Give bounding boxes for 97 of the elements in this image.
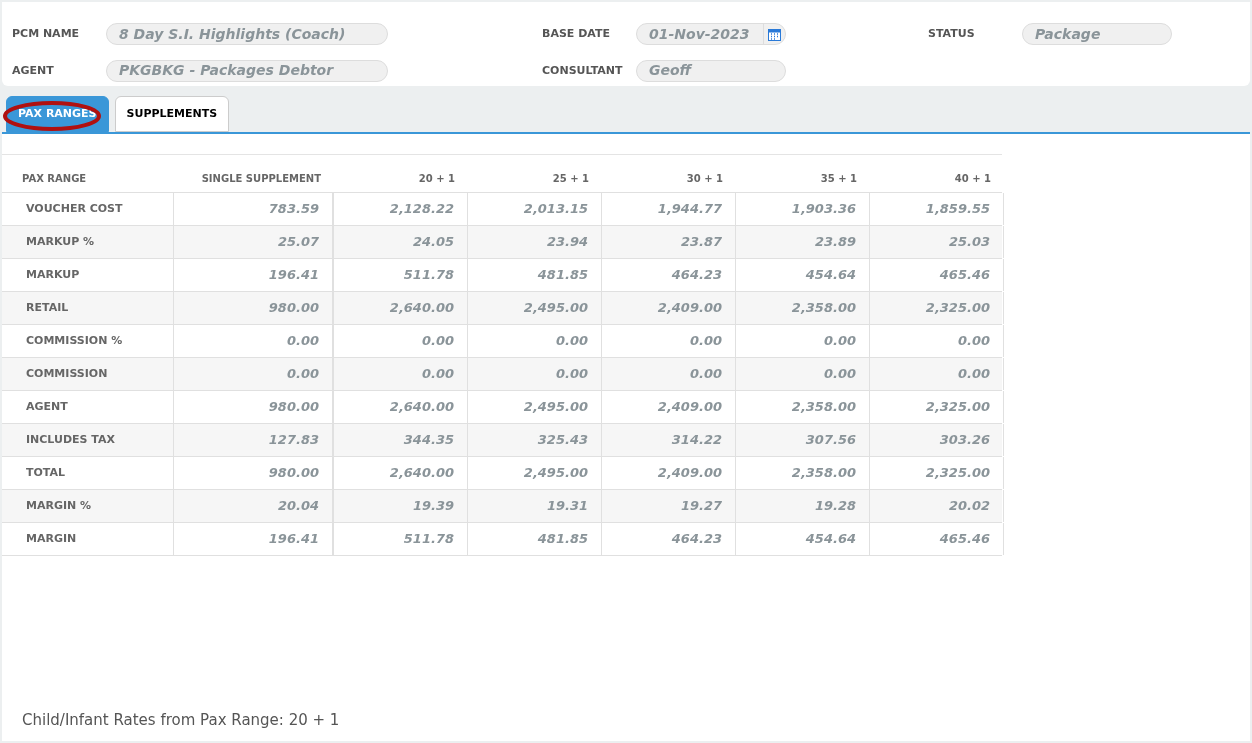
table-cell-text: 19.27 — [680, 497, 722, 516]
table-cell-text: 303.26 — [939, 431, 990, 450]
column-header: SINGLE SUPPLEMENT — [201, 172, 321, 186]
table-cell-text: 196.41 — [268, 530, 319, 549]
table-cell-text: 1,903.36 — [791, 200, 856, 219]
table-cell-text: 2,495.00 — [523, 398, 588, 417]
column-header: PAX RANGE — [22, 172, 87, 186]
table-cell-text: 0.00 — [421, 332, 454, 351]
text-field[interactable]: Geoff — [636, 59, 786, 82]
table-cell-text: 23.94 — [546, 233, 588, 252]
table-cell-text: 2,409.00 — [657, 464, 722, 483]
table-cell-text: 0.00 — [823, 365, 856, 384]
table-cell-text: 2,409.00 — [657, 398, 722, 417]
column-header: 25 + 1 — [552, 172, 589, 186]
table-cell-text: 2,640.00 — [389, 299, 454, 318]
field-label: AGENT — [12, 62, 55, 79]
table-cell-text: 464.23 — [671, 266, 722, 285]
text-field[interactable]: PKGBKG - Packages Debtor — [106, 59, 388, 82]
text-field[interactable]: 8 Day S.I. Highlights (Coach) — [106, 23, 388, 46]
table-cell-text: 454.64 — [805, 266, 856, 285]
table-cell-text: 980.00 — [268, 398, 319, 417]
table-cell-text: 344.35 — [403, 431, 454, 450]
row-label: RETAIL — [26, 299, 69, 316]
table-cell-text: 2,495.00 — [523, 299, 588, 318]
table-cell-text: 24.05 — [412, 233, 454, 252]
text-field[interactable]: Package — [1022, 23, 1172, 46]
field-label: CONSULTANT — [542, 62, 624, 79]
table-cell-text: 980.00 — [268, 464, 319, 483]
row-label: INCLUDES TAX — [26, 431, 115, 448]
row-label: MARKUP % — [26, 233, 95, 250]
table-cell-text: 314.22 — [671, 431, 722, 450]
table-cell-text: 465.46 — [939, 266, 990, 285]
field-label: STATUS — [928, 26, 976, 42]
table-cell-text: 196.41 — [268, 266, 319, 285]
table-cell-text: 783.59 — [268, 200, 319, 219]
table-cell-text: 1,859.55 — [925, 200, 990, 219]
table-cell-text: 20.02 — [948, 497, 990, 516]
table-cell-text: 0.00 — [421, 365, 454, 384]
table-cell-text: 127.83 — [268, 431, 319, 450]
table-cell-text: 2,495.00 — [523, 464, 588, 483]
table-cell-text: 0.00 — [823, 332, 856, 351]
table-cell-text: 0.00 — [689, 332, 722, 351]
table-cell-text: 454.64 — [805, 530, 856, 549]
table-cell-text: 25.07 — [277, 233, 319, 252]
row-label: AGENT — [26, 398, 68, 415]
row-label: COMMISSION — [26, 365, 108, 382]
table-cell-text: 0.00 — [286, 365, 319, 384]
table-cell-text: 2,358.00 — [791, 299, 856, 318]
table-cell-text: 1,944.77 — [657, 200, 722, 219]
table-cell-text: 19.31 — [546, 497, 588, 516]
row-label: MARGIN % — [26, 497, 92, 514]
table-cell-text: 0.00 — [555, 365, 588, 384]
table-cell-text: 325.43 — [537, 431, 588, 450]
date-field[interactable]: 01-Nov-2023 — [636, 23, 786, 46]
field-label: PCM NAME — [12, 26, 81, 42]
table-cell-text: 2,325.00 — [925, 299, 990, 318]
table-cell-text: 511.78 — [403, 530, 454, 549]
table-cell-text: 2,640.00 — [389, 464, 454, 483]
tab[interactable]: SUPPLEMENTS — [114, 96, 230, 132]
table-cell-text: 481.85 — [537, 530, 588, 549]
table-cell-text: 481.85 — [537, 266, 588, 285]
table-cell-text: 19.28 — [814, 497, 856, 516]
table-cell-text: 23.87 — [680, 233, 722, 252]
footer-note: Child/Infant Rates from Pax Range: 20 + 1 — [21, 709, 341, 731]
column-header: 30 + 1 — [686, 172, 723, 186]
row-label: COMMISSION % — [26, 332, 123, 349]
column-header: 35 + 1 — [820, 172, 857, 186]
calendar-icon[interactable] — [768, 27, 781, 41]
table-cell-text: 0.00 — [555, 332, 588, 351]
table-cell-text: 464.23 — [671, 530, 722, 549]
table-cell-text: 23.89 — [814, 233, 856, 252]
table-cell-text: 2,128.22 — [389, 200, 454, 219]
table-cell-text: 2,358.00 — [791, 398, 856, 417]
table-cell-text: 0.00 — [957, 332, 990, 351]
table-cell-text: 0.00 — [286, 332, 319, 351]
table-cell-text: 2,013.15 — [523, 200, 588, 219]
table-cell-text: 20.04 — [277, 497, 319, 516]
table-cell-text: 307.56 — [805, 431, 856, 450]
table-cell-text: 25.03 — [948, 233, 990, 252]
row-label: VOUCHER COST — [26, 200, 123, 217]
row-label: MARGIN — [26, 530, 77, 547]
table-cell-text: 2,409.00 — [657, 299, 722, 318]
row-label: MARKUP — [26, 266, 80, 283]
field-label: BASE DATE — [542, 26, 611, 42]
table-cell-text: 0.00 — [957, 365, 990, 384]
table-cell-text: 2,325.00 — [925, 464, 990, 483]
table-cell-text: 2,325.00 — [925, 398, 990, 417]
row-label: TOTAL — [26, 464, 66, 481]
table-cell-text: 465.46 — [939, 530, 990, 549]
column-header: 20 + 1 — [418, 172, 455, 186]
table-cell-text: 511.78 — [403, 266, 454, 285]
table-cell-text: 19.39 — [412, 497, 454, 516]
table-cell-text: 2,640.00 — [389, 398, 454, 417]
table-cell-text: 980.00 — [268, 299, 319, 318]
column-header: 40 + 1 — [954, 172, 991, 186]
table-cell-text: 2,358.00 — [791, 464, 856, 483]
table-cell-text: 0.00 — [689, 365, 722, 384]
